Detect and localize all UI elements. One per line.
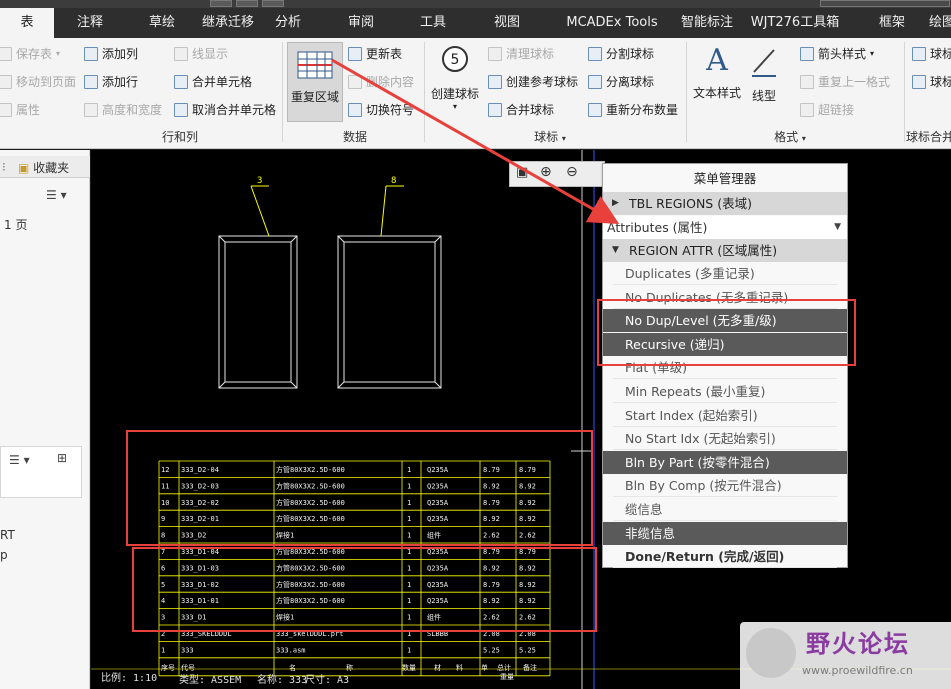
flame-logo-icon	[746, 628, 796, 678]
forum-watermark: 野火论坛 www.proewildfire.cn	[740, 622, 951, 689]
app-window: 表 注释 草绘 继承迁移 分析 审阅 工具 视图 MCADEx Tools 智能…	[0, 0, 951, 689]
watermark-url: www.proewildfire.cn	[802, 664, 913, 677]
watermark-title: 野火论坛	[806, 630, 910, 658]
annotation-arrow	[331, 58, 620, 224]
